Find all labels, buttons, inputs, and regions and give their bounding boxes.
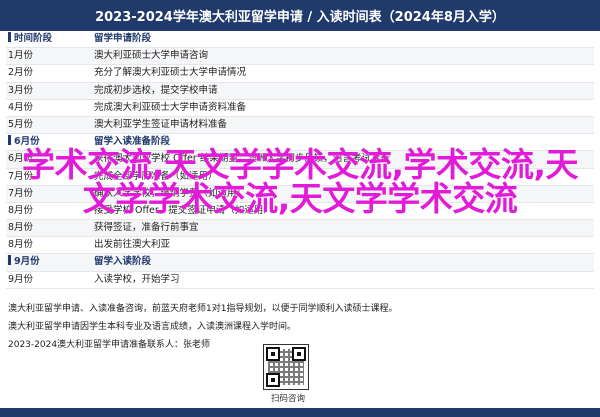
timeline-item: 澳大利亚学生签证申请材料准备: [94, 118, 228, 130]
timeline-item: 出发前往澳大利亚: [94, 239, 171, 251]
timeline-row: 4月份 完成澳大利亚硕士大学申请资料准备: [6, 100, 594, 117]
timeline-time: 1月份: [8, 50, 34, 62]
timeline-time: 5月份: [8, 118, 34, 130]
timeline-item: 获得签证，准备行前事宜: [94, 222, 199, 234]
timeline-row: 1月份 澳大利亚硕士大学申请咨询: [6, 48, 594, 66]
timeline-item: 完成初步选校，提交学校申请: [94, 84, 218, 96]
timeline-time: 8月份: [8, 222, 34, 234]
timeline-item: 完成澳大利亚硕士大学申请资料准备: [94, 101, 247, 113]
timeline-time: 8月份: [8, 239, 34, 251]
timeline-section-header: 9月份 留学入读阶段: [6, 254, 594, 272]
overlay-watermark-text: 学术交流,天文学学术交流,学术交流,天文学学术交流,天文学学术交流: [21, 145, 579, 218]
footer-bar: [0, 408, 600, 417]
qr-caption: 扫码咨询: [270, 394, 305, 404]
timeline-row: 5月份 澳大利亚学生签证申请材料准备: [6, 116, 594, 135]
banner-title: 2023-2024学年澳大利亚留学申请 / 入读时间表（2024年8月入学）: [95, 10, 505, 25]
timeline-row: 9月份 入读学校，开始学习: [6, 272, 594, 289]
note-line: 澳大利亚留学申请因学生本科专业及语言成绩，入读澳洲课程入学时间。: [8, 322, 297, 332]
timeline-section-header: 时间阶段 留学申请阶段: [6, 31, 594, 49]
timeline-time: 3月份: [8, 84, 34, 96]
timeline-time: 9月份: [8, 273, 34, 285]
timeline-row: 2月份 充分了解澳大利亚硕士大学申请情况: [6, 65, 594, 83]
timeline-item: 留学入读阶段: [94, 256, 152, 268]
timeline-time: 4月份: [8, 101, 34, 113]
notes: 澳大利亚留学申请、入读准备咨询，前蓝天府老师1对1指导规划，以便于同学顺利入读硕…: [8, 300, 448, 354]
timeline-time: 时间阶段: [8, 31, 88, 47]
timeline-item: 入读学校，开始学习: [94, 273, 180, 285]
note-line: 澳大利亚留学申请、入读准备咨询，前蓝天府老师1对1指导规划，以便于同学顺利入读硕…: [8, 304, 398, 314]
timeline-row: 3月份 完成初步选校，提交学校申请: [6, 82, 594, 100]
timeline-time: 2月份: [8, 67, 34, 79]
page-banner: 2023-2024学年澳大利亚留学申请 / 入读时间表（2024年8月入学）: [0, 0, 600, 31]
note-line: 2023-2024澳大利亚留学申请准备联系人：张老师: [8, 340, 211, 350]
timeline-row: 8月份 获得签证，准备行前事宜: [6, 220, 594, 238]
timeline-item: 澳大利亚硕士大学申请咨询: [94, 50, 209, 62]
timeline-item: 留学申请阶段: [94, 33, 152, 44]
timeline-item: 充分了解澳大利亚硕士大学申请情况: [94, 67, 247, 79]
timeline-row: 8月份 出发前往澳大利亚: [6, 237, 594, 255]
qr-code-icon[interactable]: [263, 344, 309, 390]
timeline-time: 9月份: [8, 254, 88, 270]
